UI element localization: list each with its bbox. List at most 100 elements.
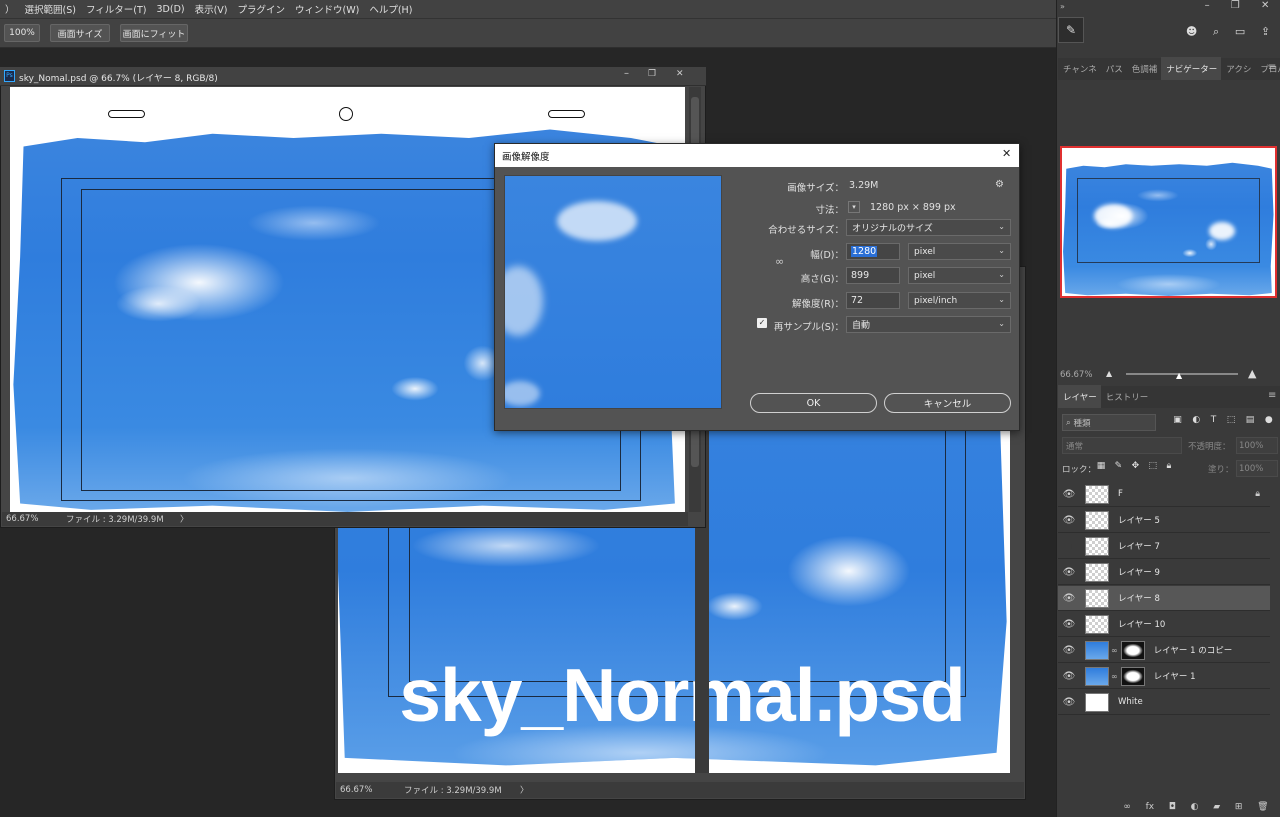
- layer-filter-select[interactable]: ⌕ 種類: [1062, 414, 1156, 431]
- layer-row[interactable]: 👁︎ レイヤー 10: [1058, 612, 1270, 637]
- dialog-preview[interactable]: [504, 175, 722, 409]
- close-icon[interactable]: ✕: [676, 69, 684, 79]
- zoom-in-icon[interactable]: ▲: [1248, 367, 1256, 380]
- opacity-field[interactable]: 100%: [1236, 437, 1278, 454]
- fit-to-select[interactable]: オリジナルのサイズ ⌄: [846, 219, 1011, 236]
- menu-item-plugins[interactable]: プラグイン: [233, 2, 291, 16]
- ok-button[interactable]: OK: [750, 393, 877, 413]
- user-icon[interactable]: ☻: [1186, 25, 1197, 41]
- eye-hidden-icon[interactable]: ▫: [1058, 541, 1080, 552]
- layer-mask-thumbnail[interactable]: [1120, 640, 1145, 660]
- eye-icon[interactable]: 👁︎: [1058, 489, 1080, 500]
- menu-item-window[interactable]: ウィンドウ(W): [290, 2, 364, 16]
- tab-actions[interactable]: アクシ: [1221, 63, 1255, 80]
- navigator-zoom-value[interactable]: 66.67%: [1060, 370, 1092, 380]
- eye-icon[interactable]: 👁︎: [1058, 515, 1080, 526]
- layer-row[interactable]: 👁︎ F 🔒︎: [1058, 482, 1270, 507]
- constrain-proportions-link-icon[interactable]: ∞: [775, 255, 784, 268]
- zoom-out-icon[interactable]: ▲: [1106, 369, 1112, 378]
- menu-item-select[interactable]: 選択範囲(S): [20, 2, 81, 16]
- shape-filter-icon[interactable]: ⬚: [1227, 415, 1236, 430]
- cancel-button[interactable]: キャンセル: [884, 393, 1011, 413]
- zoom-slider-thumb[interactable]: ▲: [1176, 371, 1182, 380]
- brush-icon[interactable]: ✎: [1058, 17, 1084, 43]
- type-filter-icon[interactable]: T: [1211, 415, 1217, 430]
- fill-screen-button[interactable]: 画面にフィット: [120, 24, 188, 42]
- tab-layers[interactable]: レイヤー: [1058, 385, 1101, 408]
- add-mask-icon[interactable]: ◘: [1169, 802, 1176, 816]
- new-layer-icon[interactable]: ⊞: [1235, 802, 1243, 816]
- resolution-input[interactable]: 72: [846, 292, 900, 309]
- menu-item-edit[interactable]: ）: [0, 2, 20, 16]
- link-icon[interactable]: ∞: [1111, 646, 1118, 655]
- adjustment-layer-icon[interactable]: ◐: [1191, 802, 1199, 816]
- lock-all-icon[interactable]: 🔒︎: [1166, 461, 1171, 475]
- height-input[interactable]: 899: [846, 267, 900, 284]
- layer-row[interactable]: ▫ レイヤー 7: [1058, 534, 1270, 559]
- eye-icon[interactable]: 👁︎: [1058, 593, 1080, 604]
- layer-row[interactable]: 👁︎ レイヤー 9: [1058, 560, 1270, 585]
- eye-icon[interactable]: 👁︎: [1058, 697, 1080, 708]
- minimize-icon[interactable]: –: [1205, 0, 1210, 16]
- smart-object-filter-icon[interactable]: ▤: [1246, 415, 1255, 430]
- tab-navigator[interactable]: ナビゲーター: [1161, 57, 1222, 80]
- tab-channels[interactable]: チャンネ: [1058, 63, 1101, 80]
- fit-screen-button[interactable]: 画面サイズ: [50, 24, 110, 42]
- close-icon[interactable]: ✕: [1002, 147, 1011, 160]
- dialog-title-bar[interactable]: 画像解像度 ✕: [495, 144, 1019, 167]
- layer-row[interactable]: 👁︎ ∞ レイヤー 1: [1058, 664, 1270, 689]
- restore-icon[interactable]: ❐: [648, 69, 656, 79]
- trash-icon[interactable]: 🗑︎: [1257, 802, 1268, 816]
- lock-artboard-icon[interactable]: ⬚: [1149, 461, 1158, 475]
- layer-row[interactable]: 👁︎ レイヤー 5: [1058, 508, 1270, 533]
- zoom-100-button[interactable]: 100%: [4, 24, 40, 42]
- tab-history[interactable]: ヒストリー: [1101, 391, 1153, 408]
- filter-toggle-icon[interactable]: ●: [1265, 415, 1273, 430]
- menu-item-help[interactable]: ヘルプ(H): [364, 2, 417, 16]
- eye-icon[interactable]: 👁︎: [1058, 671, 1080, 682]
- layer-mask-thumbnail[interactable]: [1120, 666, 1145, 686]
- chevron-down-icon[interactable]: ▾: [848, 201, 860, 213]
- doc2-zoom-value[interactable]: 66.67%: [340, 785, 404, 795]
- doc1-zoom-value[interactable]: 66.67%: [6, 514, 66, 524]
- menu-item-view[interactable]: 表示(V): [190, 2, 233, 16]
- resolution-unit-select[interactable]: pixel/inch ⌄: [908, 292, 1011, 309]
- tab-adjustments[interactable]: 色調補: [1127, 63, 1162, 80]
- menu-item-3d[interactable]: 3D(D): [152, 4, 190, 15]
- blend-mode-select[interactable]: 通常: [1062, 437, 1182, 454]
- link-icon[interactable]: ∞: [1111, 672, 1118, 681]
- height-unit-select[interactable]: pixel ⌄: [908, 267, 1011, 284]
- tab-paths[interactable]: パス: [1101, 63, 1127, 80]
- minimize-icon[interactable]: –: [624, 68, 629, 79]
- search-icon[interactable]: ⌕: [1213, 25, 1219, 41]
- eye-icon[interactable]: 👁︎: [1058, 567, 1080, 578]
- image-filter-icon[interactable]: ▣: [1173, 415, 1182, 430]
- navigator-preview[interactable]: [1060, 146, 1277, 298]
- layer-row[interactable]: 👁︎ White: [1058, 690, 1270, 715]
- navigator-zoom-slider[interactable]: ▲ ▲ ▲: [1106, 367, 1266, 380]
- panel-menu-icon[interactable]: ≡: [1268, 62, 1276, 73]
- chevron-right-icon[interactable]: 〉: [180, 513, 189, 525]
- workspace-icon[interactable]: ▭: [1235, 25, 1245, 41]
- layer-row[interactable]: 👁︎ ∞ レイヤー 1 のコピー: [1058, 638, 1270, 663]
- eye-icon[interactable]: 👁︎: [1058, 645, 1080, 656]
- gear-icon[interactable]: ⚙: [995, 179, 1004, 190]
- fill-field[interactable]: 100%: [1236, 460, 1278, 477]
- layer-row-selected[interactable]: 👁︎ レイヤー 8: [1058, 586, 1270, 611]
- lock-position-icon[interactable]: ✥: [1132, 461, 1140, 475]
- lock-transparent-icon[interactable]: ▦: [1097, 461, 1106, 475]
- layers-menu-icon[interactable]: ≡: [1268, 390, 1276, 401]
- width-unit-select[interactable]: pixel ⌄: [908, 243, 1011, 260]
- lock-pixels-icon[interactable]: ✎: [1115, 461, 1123, 475]
- eye-icon[interactable]: 👁︎: [1058, 619, 1080, 630]
- close-icon[interactable]: ✕: [1261, 0, 1269, 16]
- resample-select[interactable]: 自動 ⌄: [846, 316, 1011, 333]
- adjustment-filter-icon[interactable]: ◐: [1192, 415, 1200, 430]
- width-input[interactable]: 1280: [846, 243, 900, 260]
- menu-item-filter[interactable]: フィルター(T): [81, 2, 152, 16]
- share-icon[interactable]: ⇪: [1261, 25, 1270, 41]
- doc1-title-bar[interactable]: Ps sky_Nomal.psd @ 66.7% (レイヤー 8, RGB/8)…: [0, 67, 706, 86]
- new-group-icon[interactable]: ▰: [1213, 802, 1220, 816]
- fx-icon[interactable]: fx: [1146, 802, 1155, 816]
- collapse-icon[interactable]: »: [1060, 2, 1090, 14]
